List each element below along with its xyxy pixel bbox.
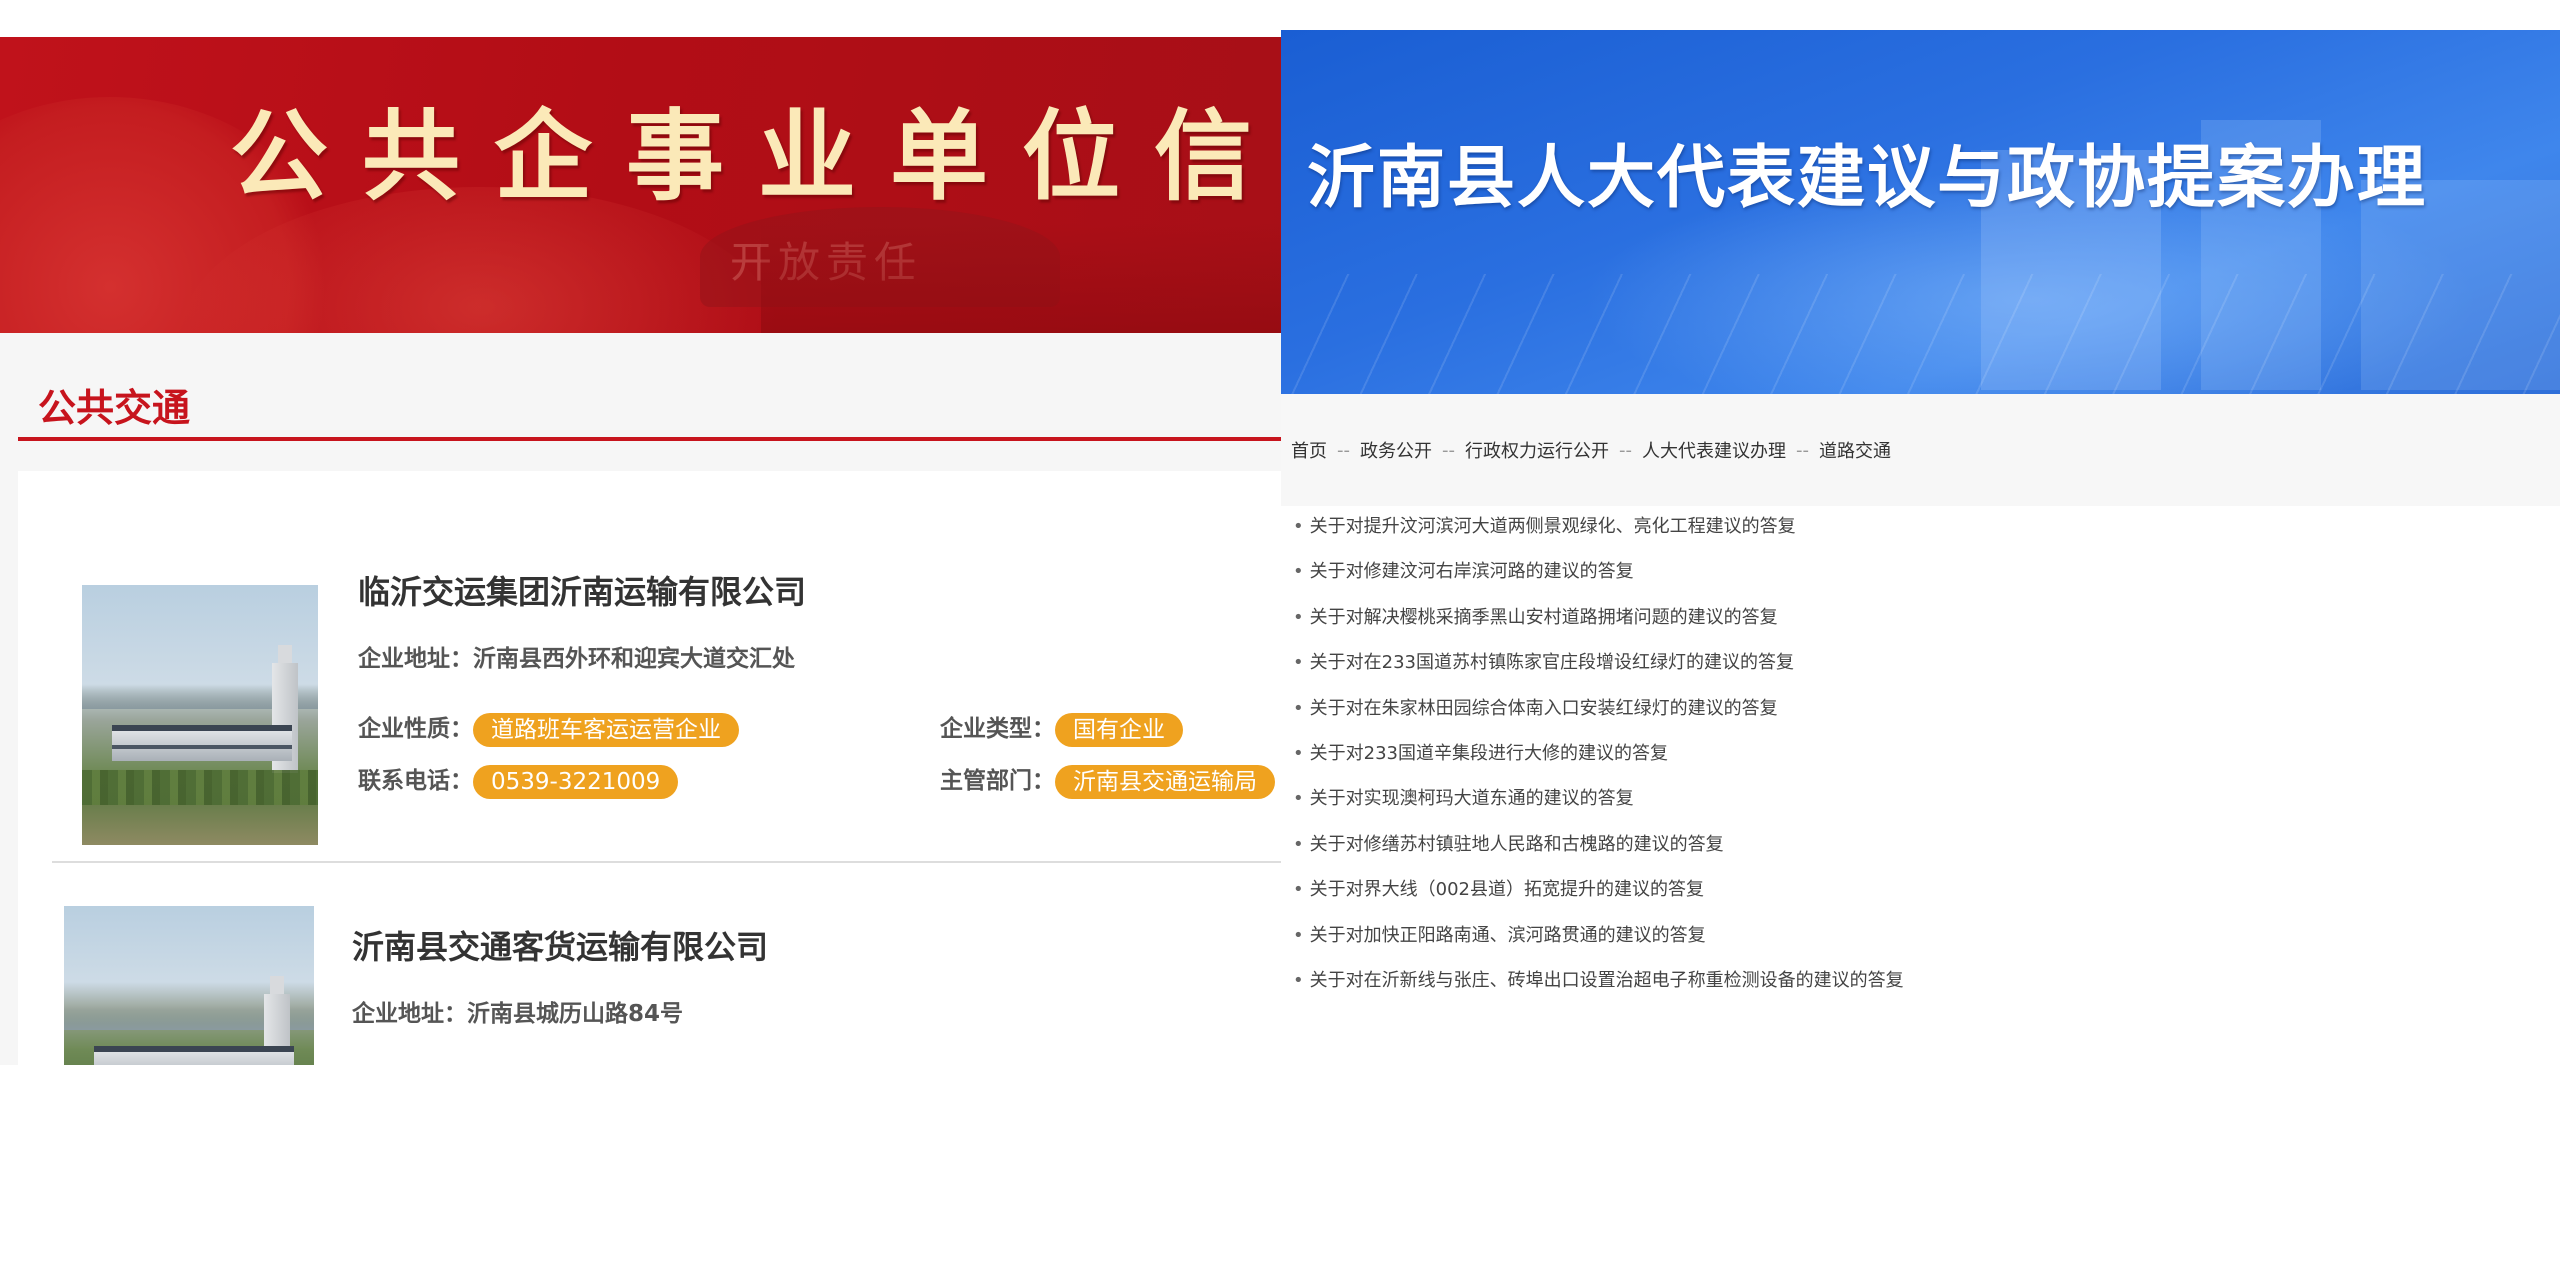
article-title[interactable]: 关于对解决樱桃采摘季黑山安村道路拥堵问题的建议的答复 (1310, 607, 1778, 628)
dept-label: 主管部门： (940, 768, 1055, 794)
article-link[interactable]: • 关于对修建汶河右岸滨河路的建议的答复 (1293, 549, 2553, 594)
nature-label: 企业性质： (358, 716, 473, 742)
breadcrumb-separator: -- (1337, 439, 1350, 461)
photo-hall (94, 1046, 294, 1065)
company-card[interactable]: 临沂交运集团沂南运输有限公司 企业地址：沂南县西外环和迎宾大道交汇处 企业性质：… (52, 471, 1281, 863)
article-link[interactable]: • 关于对233国道辛集段进行大修的建议的答复 (1293, 731, 2553, 776)
address-value: 沂南县西外环和迎宾大道交汇处 (473, 646, 795, 672)
article-link[interactable]: • 关于对实现澳柯玛大道东通的建议的答复 (1293, 776, 2553, 821)
article-list: • 关于对提升汶河滨河大道两侧景观绿化、亮化工程建议的答复 • 关于对修建汶河右岸滨… (1293, 504, 2553, 1003)
bullet-icon: • (1293, 879, 1304, 901)
banner-lines (1281, 274, 2560, 394)
left-panel: 开放责任 公共企事业单位信息 公共交通 临沂交运集团沂南运输有限公司 企业地址：… (0, 37, 1281, 1065)
article-link[interactable]: • 关于对提升汶河滨河大道两侧景观绿化、亮化工程建议的答复 (1293, 504, 2553, 549)
article-title[interactable]: 关于对提升汶河滨河大道两侧景观绿化、亮化工程建议的答复 (1310, 516, 1796, 537)
company-card[interactable]: 沂南县交通客货运输有限公司 企业地址：沂南县城历山路84号 (18, 866, 1281, 1065)
address-value: 沂南县城历山路84号 (467, 1001, 684, 1027)
company-list: 临沂交运集团沂南运输有限公司 企业地址：沂南县西外环和迎宾大道交汇处 企业性质：… (18, 471, 1281, 1065)
breadcrumb-separator: -- (1796, 439, 1809, 461)
section-title: 公共交通 (38, 386, 191, 430)
breadcrumb-npc-suggestions[interactable]: 人大代表建议办理 (1642, 437, 1786, 463)
company-dept: 主管部门： 沂南县交通运输局 (940, 761, 1275, 799)
breadcrumb-gov-affairs[interactable]: 政务公开 (1360, 437, 1432, 463)
bullet-icon: • (1293, 788, 1304, 810)
article-title[interactable]: 关于对实现澳柯玛大道东通的建议的答复 (1310, 788, 1634, 809)
article-link[interactable]: • 关于对解决樱桃采摘季黑山安村道路拥堵问题的建议的答复 (1293, 595, 2553, 640)
breadcrumb-separator: -- (1619, 439, 1632, 461)
company-photo[interactable] (64, 906, 314, 1065)
right-banner: 沂南县人大代表建议与政协提案办理 (1281, 30, 2560, 394)
company-name[interactable]: 临沂交运集团沂南运输有限公司 (358, 567, 806, 613)
bullet-icon: • (1293, 652, 1304, 674)
breadcrumb-separator: -- (1442, 439, 1455, 461)
photo-ground (82, 805, 318, 845)
banner-skyline (761, 223, 1281, 333)
right-banner-title: 沂南县人大代表建议与政协提案办理 (1307, 139, 2428, 218)
article-title[interactable]: 关于对修建汶河右岸滨河路的建议的答复 (1310, 561, 1634, 582)
dept-tag: 沂南县交通运输局 (1055, 764, 1275, 799)
company-address: 企业地址：沂南县西外环和迎宾大道交汇处 (358, 639, 795, 673)
address-label: 企业地址： (352, 1001, 467, 1027)
left-banner: 开放责任 公共企事业单位信息 (0, 37, 1281, 333)
bullet-icon: • (1293, 969, 1304, 991)
section-divider (18, 437, 1281, 441)
article-link[interactable]: • 关于对在233国道苏村镇陈家官庄段增设红绿灯的建议的答复 (1293, 640, 2553, 685)
article-link[interactable]: • 关于对在沂新线与张庄、砖埠出口设置治超电子称重检测设备的建议的答复 (1293, 958, 2553, 1003)
article-link[interactable]: • 关于对界大线（002县道）拓宽提升的建议的答复 (1293, 867, 2553, 912)
bullet-icon: • (1293, 606, 1304, 628)
bullet-icon: • (1293, 697, 1304, 719)
type-tag: 国有企业 (1055, 712, 1183, 747)
breadcrumb-home[interactable]: 首页 (1291, 437, 1327, 463)
article-title[interactable]: 关于对233国道辛集段进行大修的建议的答复 (1310, 743, 1668, 764)
address-label: 企业地址： (358, 646, 473, 672)
breadcrumb-admin-power[interactable]: 行政权力运行公开 (1465, 437, 1609, 463)
article-title[interactable]: 关于对加快正阳路南通、滨河路贯通的建议的答复 (1310, 925, 1706, 946)
nature-tag: 道路班车客运运营企业 (473, 712, 739, 747)
article-title[interactable]: 关于对在233国道苏村镇陈家官庄段增设红绿灯的建议的答复 (1310, 652, 1794, 673)
right-panel: 沂南县人大代表建议与政协提案办理 首页 -- 政务公开 -- 行政权力运行公开 … (1281, 30, 2560, 1040)
bullet-icon: • (1293, 833, 1304, 855)
article-title[interactable]: 关于对界大线（002县道）拓宽提升的建议的答复 (1310, 879, 1704, 900)
photo-hall-stripe (112, 745, 292, 749)
bullet-icon: • (1293, 924, 1304, 946)
type-label: 企业类型： (940, 716, 1055, 742)
article-title[interactable]: 关于对在沂新线与张庄、砖埠出口设置治超电子称重检测设备的建议的答复 (1310, 970, 1904, 991)
bullet-icon: • (1293, 561, 1304, 583)
article-title[interactable]: 关于对修缮苏村镇驻地人民路和古槐路的建议的答复 (1310, 834, 1724, 855)
company-address: 企业地址：沂南县城历山路84号 (352, 994, 683, 1028)
left-banner-title: 公共企事业单位信息 (230, 100, 1281, 214)
phone-label: 联系电话： (358, 768, 473, 794)
phone-tag: 0539-3221009 (473, 764, 679, 799)
article-title[interactable]: 关于对在朱家林田园综合体南入口安装红绿灯的建议的答复 (1310, 698, 1778, 719)
article-link[interactable]: • 关于对修缮苏村镇驻地人民路和古槐路的建议的答复 (1293, 822, 2553, 867)
breadcrumb: 首页 -- 政务公开 -- 行政权力运行公开 -- 人大代表建议办理 -- 道路… (1281, 394, 2560, 506)
breadcrumb-road-traffic[interactable]: 道路交通 (1819, 437, 1891, 463)
company-photo[interactable] (82, 585, 318, 845)
company-type: 企业类型： 国有企业 (940, 709, 1183, 747)
bullet-icon: • (1293, 516, 1304, 537)
article-link[interactable]: • 关于对加快正阳路南通、滨河路贯通的建议的答复 (1293, 913, 2553, 958)
company-name[interactable]: 沂南县交通客货运输有限公司 (352, 922, 768, 968)
company-nature: 企业性质： 道路班车客运运营企业 (358, 709, 739, 747)
article-link[interactable]: • 关于对在朱家林田园综合体南入口安装红绿灯的建议的答复 (1293, 686, 2553, 731)
bullet-icon: • (1293, 742, 1304, 764)
photo-hall (112, 725, 292, 761)
company-phone: 联系电话： 0539-3221009 (358, 761, 679, 799)
